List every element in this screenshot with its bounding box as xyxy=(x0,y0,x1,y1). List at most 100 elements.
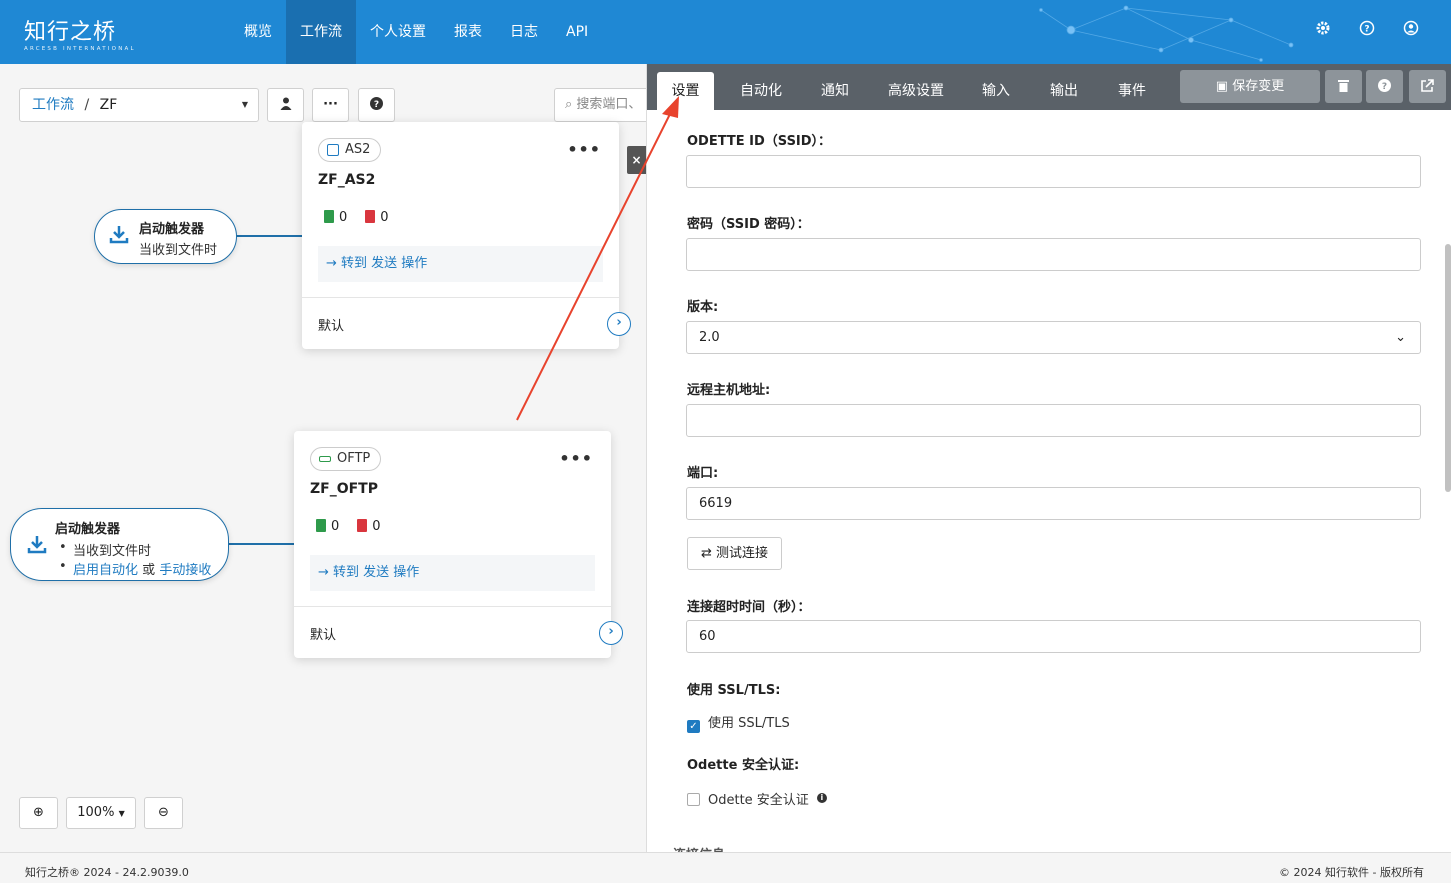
zoom-out-button[interactable]: ⊖ xyxy=(144,797,183,829)
success-count-value: 0 xyxy=(331,519,340,534)
port-type-badge: AS2 xyxy=(318,138,382,162)
odette-auth-label: Odette 安全认证: xyxy=(687,758,800,773)
start-trigger-node[interactable]: 启动触发器 当收到文件时 启用自动化 或 手动接收 xyxy=(10,508,229,581)
save-changes-button[interactable]: ▣ 保存变更 xyxy=(1180,70,1320,103)
divider xyxy=(302,297,619,298)
tab-notifications[interactable]: 通知 xyxy=(811,72,859,110)
tab-input[interactable]: 输入 xyxy=(972,72,1020,110)
open-external-button[interactable] xyxy=(1409,70,1446,103)
error-count-value: 0 xyxy=(372,519,381,534)
delete-button[interactable] xyxy=(1325,70,1362,103)
footer-copyright: © 2024 知行软件 - 版权所有 xyxy=(1279,866,1424,879)
breadcrumb[interactable]: 工作流 / ZF ▼ xyxy=(19,88,259,122)
user-icon[interactable] xyxy=(1401,20,1421,42)
network-decoration xyxy=(1039,5,1294,62)
tab-automation[interactable]: 自动化 xyxy=(729,72,793,110)
user-filter-button[interactable] xyxy=(267,88,304,122)
nav-api[interactable]: API xyxy=(552,0,602,64)
error-count[interactable]: 0 xyxy=(357,519,381,534)
settings-tabbar: 设置 自动化 通知 高级设置 输入 输出 事件 ▣ 保存变更 ? xyxy=(647,64,1451,110)
caret-down-icon: ▼ xyxy=(118,809,125,818)
brand-logo[interactable]: 知行之桥 ARCESB INTERNATIONAL xyxy=(24,14,136,52)
workflow-canvas[interactable]: 工作流 / ZF ▼ ··· ? ⌕ 搜索端口、 启动触发器 当收到文件时 启动… xyxy=(0,64,646,852)
breadcrumb-current: ZF xyxy=(99,97,118,113)
goto-send-action-link[interactable]: → 转到 发送 操作 xyxy=(310,555,595,591)
trigger-title: 启动触发器 xyxy=(139,222,205,237)
odette-id-input[interactable] xyxy=(686,155,1421,188)
version-label: 版本: xyxy=(687,300,719,315)
main-nav: 概览 工作流 个人设置 报表 日志 API xyxy=(230,0,602,64)
nav-logs[interactable]: 日志 xyxy=(496,0,552,64)
success-count-value: 0 xyxy=(339,210,348,225)
test-connection-label: 测试连接 xyxy=(716,546,769,561)
checkbox-checked-icon: ✓ xyxy=(687,720,700,733)
trash-icon xyxy=(1338,80,1349,92)
zoom-level-dropdown[interactable]: 100% ▼ xyxy=(66,797,136,829)
save-label: 保存变更 xyxy=(1232,79,1285,94)
tab-settings[interactable]: 设置 xyxy=(657,72,714,110)
tab-output[interactable]: 输出 xyxy=(1040,72,1088,110)
search-input[interactable]: ⌕ 搜索端口、 xyxy=(554,88,646,122)
breadcrumb-root[interactable]: 工作流 xyxy=(32,97,74,113)
as2-icon xyxy=(327,144,339,156)
brand-tagline: ARCESB INTERNATIONAL xyxy=(24,46,136,52)
enable-automation-link[interactable]: 启用自动化 xyxy=(73,563,138,578)
breadcrumb-separator: / xyxy=(84,97,90,113)
port-card-as2[interactable]: AS2 ••• ZF_AS2 0 0 → 转到 发送 操作 默认 › xyxy=(302,122,631,349)
swap-icon: ⇄ xyxy=(700,546,712,561)
timeout-input[interactable]: 60 xyxy=(686,620,1421,653)
start-trigger-node[interactable]: 启动触发器 当收到文件时 xyxy=(94,209,237,264)
nav-workflow[interactable]: 工作流 xyxy=(286,0,356,64)
version-select[interactable]: 2.0 ⌄ xyxy=(686,321,1421,354)
trigger-automation-item: 启用自动化 或 手动接收 xyxy=(55,559,211,578)
remote-host-label: 远程主机地址: xyxy=(687,383,771,398)
port-stats: 0 0 xyxy=(316,519,381,534)
password-input[interactable] xyxy=(686,238,1421,271)
trigger-title: 启动触发器 xyxy=(55,522,121,537)
tab-advanced[interactable]: 高级设置 xyxy=(879,72,953,110)
default-route-label: 默认 xyxy=(318,319,345,334)
error-count[interactable]: 0 xyxy=(365,210,389,225)
goto-send-action-link[interactable]: → 转到 发送 操作 xyxy=(318,246,603,282)
chevron-right-icon[interactable]: › xyxy=(607,312,631,336)
chevron-right-icon[interactable]: › xyxy=(599,621,623,645)
port-input[interactable]: 6619 xyxy=(686,487,1421,520)
port-card-oftp[interactable]: OFTP ••• ZF_OFTP 0 0 → 转到 发送 操作 默认 › xyxy=(294,431,623,658)
ssl-checkbox[interactable]: ✓ 使用 SSL/TLS xyxy=(687,712,790,733)
file-success-icon xyxy=(324,210,334,223)
tab-events[interactable]: 事件 xyxy=(1108,72,1156,110)
more-options-button[interactable]: ··· xyxy=(312,88,349,122)
help-button[interactable]: ? xyxy=(358,88,395,122)
success-count[interactable]: 0 xyxy=(316,519,339,534)
zoom-in-button[interactable]: ⊕ xyxy=(19,797,58,829)
divider xyxy=(294,606,611,607)
port-type-badge: OFTP xyxy=(310,447,382,471)
manual-receive-link[interactable]: 手动接收 xyxy=(159,563,211,578)
oftp-icon xyxy=(319,456,331,462)
top-navbar: 知行之桥 ARCESB INTERNATIONAL 概览 工作流 个人设置 报表… xyxy=(0,0,1451,64)
svg-text:?: ? xyxy=(1382,82,1387,92)
gear-icon[interactable] xyxy=(1313,20,1333,42)
port-label: 端口: xyxy=(687,466,719,481)
error-count-value: 0 xyxy=(380,210,389,225)
port-name: ZF_OFTP xyxy=(310,481,378,497)
svg-text:?: ? xyxy=(374,100,379,110)
help-icon[interactable]: ? xyxy=(1357,20,1377,42)
trigger-condition: 当收到文件时 xyxy=(55,540,211,559)
nav-reports[interactable]: 报表 xyxy=(440,0,496,64)
scrollbar[interactable] xyxy=(1445,244,1451,492)
remote-host-input[interactable] xyxy=(686,404,1421,437)
file-error-icon xyxy=(365,210,376,223)
card-menu-button[interactable]: ••• xyxy=(559,449,593,468)
info-icon[interactable]: i xyxy=(816,793,827,803)
port-name: ZF_AS2 xyxy=(318,172,376,188)
help-button[interactable]: ? xyxy=(1366,70,1403,103)
card-menu-button[interactable]: ••• xyxy=(567,140,601,159)
close-panel-button[interactable]: × xyxy=(627,146,646,174)
nav-overview[interactable]: 概览 xyxy=(230,0,286,64)
odette-auth-checkbox[interactable]: Odette 安全认证 i xyxy=(687,789,827,808)
test-connection-button[interactable]: ⇄ 测试连接 xyxy=(687,537,782,570)
help-icon: ? xyxy=(1378,79,1391,92)
success-count[interactable]: 0 xyxy=(324,210,347,225)
nav-personal-settings[interactable]: 个人设置 xyxy=(356,0,440,64)
